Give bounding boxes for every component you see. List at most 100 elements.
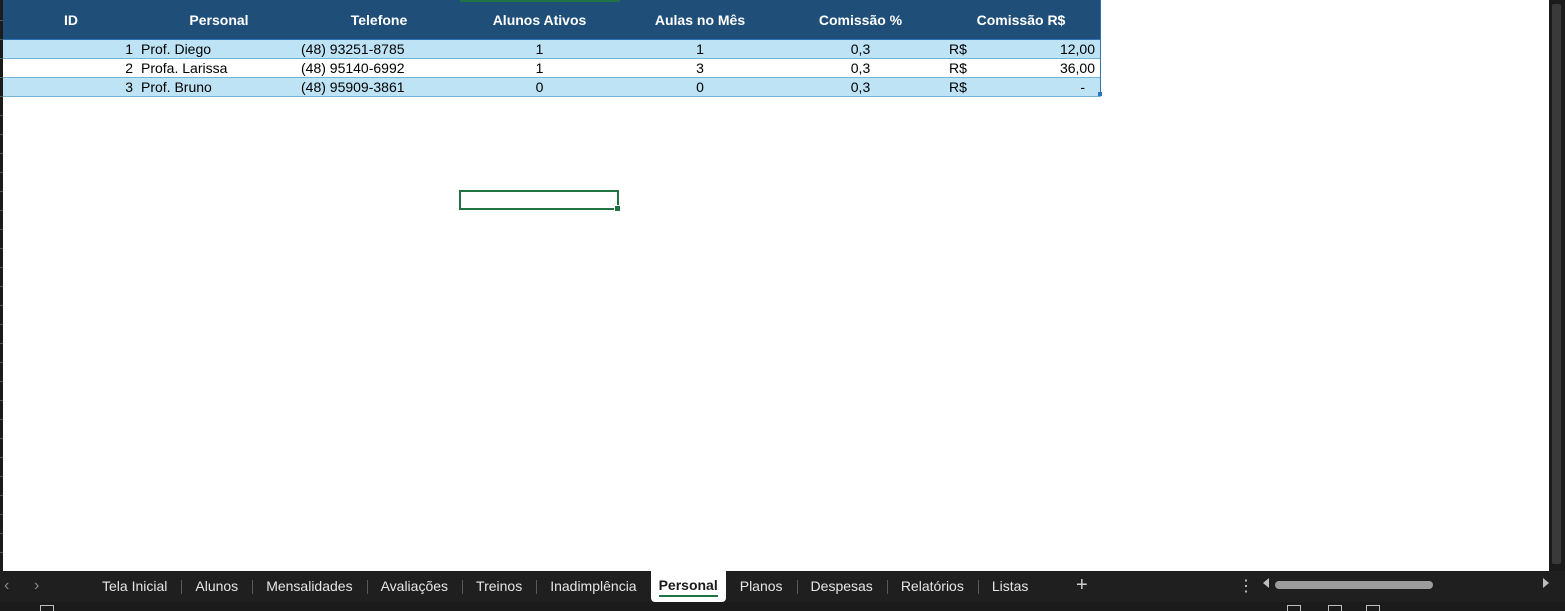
cell-telefone[interactable]: (48) 95909-3861	[299, 77, 459, 97]
status-bar	[0, 602, 1565, 611]
row-boundary	[0, 229, 3, 230]
sheet-tab-bar: ‹ › Tela Inicial Alunos Mensalidades Ava…	[0, 571, 1565, 602]
cell-alunos-ativos[interactable]: 1	[459, 58, 620, 78]
active-column-indicator	[460, 0, 620, 2]
table-row: 2 Profa. Larissa (48) 95140-6992 1 3 0,3…	[3, 58, 1101, 78]
cell-telefone[interactable]: (48) 95140-6992	[299, 58, 459, 78]
header-id[interactable]: ID	[3, 0, 139, 40]
tab-inadimplencia[interactable]: Inadimplência	[536, 571, 650, 602]
row-boundary	[0, 115, 3, 116]
row-boundary	[0, 476, 3, 477]
cell-personal[interactable]: Profa. Larissa	[139, 58, 299, 78]
normal-view-icon[interactable]	[1287, 605, 1301, 611]
tab-alunos[interactable]: Alunos	[181, 571, 252, 602]
cell-aulas-no-mes[interactable]: 1	[620, 39, 780, 59]
scroll-left-icon[interactable]	[1263, 578, 1269, 588]
page-layout-icon[interactable]	[1328, 605, 1342, 611]
cell-alunos-ativos[interactable]: 0	[459, 77, 620, 97]
amount: 12,00	[1059, 41, 1095, 57]
vertical-scroll-thumb[interactable]	[1552, 4, 1561, 564]
cell-comissao-pct[interactable]: 0,3	[780, 77, 941, 97]
header-comissao-valor[interactable]: Comissão R$	[941, 0, 1101, 40]
row-boundary	[0, 533, 3, 534]
tab-personal-label: Personal	[658, 577, 718, 593]
tab-despesas[interactable]: Despesas	[796, 571, 887, 602]
cell-id[interactable]: 1	[3, 39, 139, 59]
row-boundary	[0, 400, 3, 401]
cell-alunos-ativos[interactable]: 1	[459, 39, 620, 59]
row-header-strip	[0, 0, 3, 571]
header-aulas-no-mes[interactable]: Aulas no Mês	[620, 0, 780, 40]
currency-symbol: R$	[949, 41, 967, 57]
chevron-left-icon[interactable]: ‹	[4, 577, 9, 595]
tab-tela-inicial[interactable]: Tela Inicial	[88, 571, 181, 602]
row-boundary	[0, 343, 3, 344]
cell-mode-icon	[40, 605, 54, 611]
row-boundary	[0, 77, 3, 78]
table-header-row: ID Personal Telefone Alunos Ativos Aulas…	[3, 0, 1101, 40]
tab-personal[interactable]: Personal	[650, 571, 726, 602]
more-vertical-icon[interactable]: ⋮	[1238, 576, 1254, 596]
row-boundary	[0, 305, 3, 306]
cell-id[interactable]: 3	[3, 77, 139, 97]
active-tab-underline	[658, 595, 718, 597]
active-cell-selection[interactable]	[459, 190, 621, 212]
row-boundary	[0, 286, 3, 287]
header-alunos-ativos[interactable]: Alunos Ativos	[459, 0, 620, 40]
row-boundary	[0, 495, 3, 496]
cell-aulas-no-mes[interactable]: 0	[620, 77, 780, 97]
row-boundary	[0, 39, 3, 40]
vertical-scrollbar[interactable]	[1549, 0, 1565, 571]
cell-comissao-valor[interactable]: R$ 12,00	[941, 39, 1101, 59]
row-boundary	[0, 20, 3, 21]
row-boundary	[0, 457, 3, 458]
sheet-tabs: Tela Inicial Alunos Mensalidades Avaliaç…	[88, 571, 1042, 602]
cell-personal[interactable]: Prof. Bruno	[139, 77, 299, 97]
tab-avaliacoes[interactable]: Avaliações	[366, 571, 462, 602]
row-boundary	[0, 172, 3, 173]
header-personal[interactable]: Personal	[139, 0, 299, 40]
amount: 36,00	[1059, 60, 1095, 76]
row-boundary	[0, 552, 3, 553]
row-boundary	[0, 191, 3, 192]
cell-comissao-pct[interactable]: 0,3	[780, 39, 941, 59]
tab-planos[interactable]: Planos	[726, 571, 797, 602]
row-boundary	[0, 153, 3, 154]
tab-mensalidades[interactable]: Mensalidades	[252, 571, 366, 602]
cell-telefone[interactable]: (48) 93251-8785	[299, 39, 459, 59]
row-boundary	[0, 96, 3, 97]
table-resize-handle[interactable]	[1098, 92, 1102, 96]
scroll-right-icon[interactable]	[1543, 578, 1549, 588]
page-break-preview-icon[interactable]	[1366, 605, 1380, 611]
cell-comissao-valor[interactable]: R$ -	[941, 77, 1101, 97]
worksheet-grid[interactable]: ID Personal Telefone Alunos Ativos Aulas…	[3, 0, 1549, 571]
table-border	[1100, 0, 1101, 96]
table-row: 1 Prof. Diego (48) 93251-8785 1 1 0,3 R$…	[3, 39, 1101, 59]
amount: -	[1080, 79, 1085, 95]
cell-aulas-no-mes[interactable]: 3	[620, 58, 780, 78]
row-boundary	[0, 134, 3, 135]
row-boundary	[0, 381, 3, 382]
header-comissao-pct[interactable]: Comissão %	[780, 0, 941, 40]
row-boundary	[0, 514, 3, 515]
cell-id[interactable]: 2	[3, 58, 139, 78]
row-boundary	[0, 362, 3, 363]
row-boundary	[0, 210, 3, 211]
currency-symbol: R$	[949, 79, 967, 95]
row-boundary	[0, 58, 3, 59]
header-telefone[interactable]: Telefone	[299, 0, 459, 40]
row-boundary	[0, 267, 3, 268]
tab-treinos[interactable]: Treinos	[462, 571, 536, 602]
plus-icon[interactable]: +	[1076, 574, 1088, 597]
tab-relatorios[interactable]: Relatórios	[886, 571, 978, 602]
table-row: 3 Prof. Bruno (48) 95909-3861 0 0 0,3 R$…	[3, 77, 1101, 97]
cell-personal[interactable]: Prof. Diego	[139, 39, 299, 59]
tab-listas[interactable]: Listas	[977, 571, 1043, 602]
row-boundary	[0, 248, 3, 249]
cell-comissao-pct[interactable]: 0,3	[780, 58, 941, 78]
fill-handle[interactable]	[614, 205, 621, 212]
horizontal-scroll-thumb[interactable]	[1275, 581, 1433, 589]
cell-comissao-valor[interactable]: R$ 36,00	[941, 58, 1101, 78]
chevron-right-icon[interactable]: ›	[34, 577, 39, 595]
personal-table: ID Personal Telefone Alunos Ativos Aulas…	[3, 0, 1101, 97]
